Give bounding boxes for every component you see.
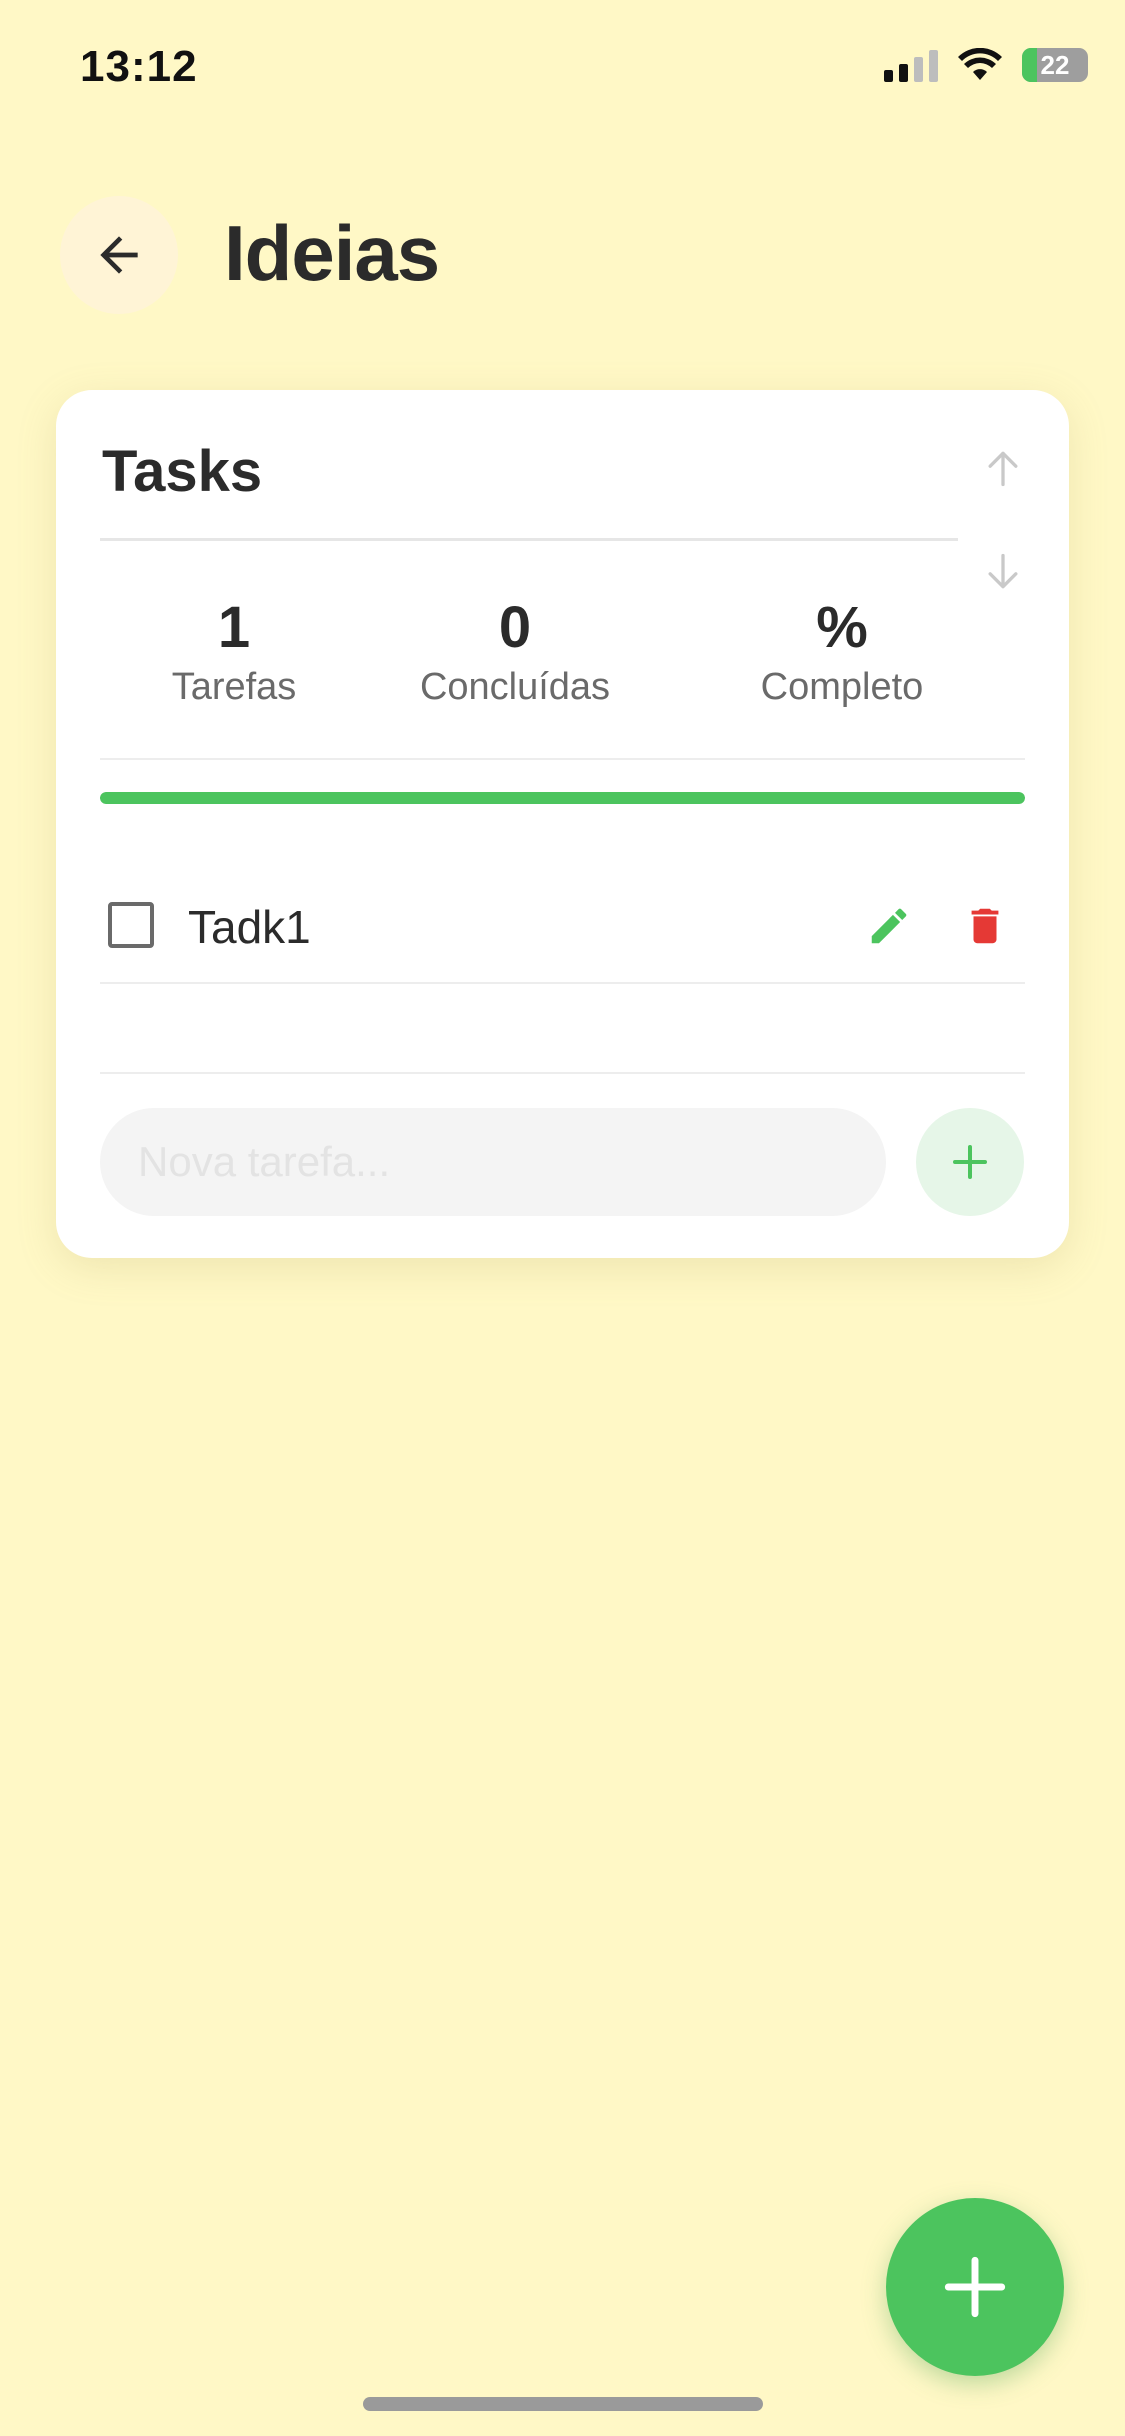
task-checkbox[interactable]	[108, 902, 154, 948]
page-title: Ideias	[224, 209, 440, 297]
arrow-left-icon	[100, 236, 138, 274]
home-indicator[interactable]	[363, 2397, 763, 2411]
task-divider	[100, 982, 1025, 984]
stats-row: 1 Tarefas 0 Concluídas % Completo	[100, 596, 1025, 709]
trash-icon	[971, 908, 999, 944]
add-list-fab[interactable]	[886, 2198, 1064, 2376]
stat-value: 0	[498, 595, 532, 660]
stat-label: Concluídas	[419, 666, 611, 708]
edit-task-button[interactable]	[863, 900, 915, 952]
move-up-button[interactable]	[981, 446, 1025, 495]
status-icons: 22	[884, 48, 1088, 82]
cellular-signal-icon	[884, 48, 938, 82]
delete-task-button[interactable]	[959, 900, 1011, 952]
new-task-input[interactable]	[100, 1108, 886, 1216]
card-title: Tasks	[102, 439, 263, 504]
battery-level: 22	[1040, 49, 1070, 80]
plus-icon	[953, 1145, 987, 1179]
stat-label: Completo	[760, 666, 924, 708]
stat-percent-complete: % Completo	[712, 596, 972, 709]
stat-label: Tarefas	[171, 666, 297, 708]
battery-icon: 22	[1022, 48, 1088, 82]
battery-fill	[1022, 48, 1037, 82]
pencil-icon	[871, 908, 907, 944]
move-down-button[interactable]	[981, 550, 1025, 599]
add-task-button[interactable]	[916, 1108, 1024, 1216]
task-row[interactable]: Tadk1	[100, 870, 1025, 984]
stat-completed: 0 Concluídas	[385, 596, 645, 709]
stat-value: 1	[217, 595, 251, 660]
progress-bar	[100, 792, 1025, 804]
arrow-down-icon	[988, 553, 1018, 589]
list-end-divider	[100, 1072, 1025, 1074]
status-time: 13:12	[80, 42, 198, 91]
stat-total-tasks: 1 Tarefas	[104, 596, 364, 709]
title-divider	[100, 538, 958, 541]
wifi-icon	[958, 48, 1002, 80]
tasks-card: Tasks 1 Tarefas 0 Concluídas % Completo	[56, 390, 1069, 1258]
arrow-up-icon	[988, 451, 1018, 487]
back-button[interactable]	[60, 196, 178, 314]
plus-icon	[944, 2256, 1006, 2318]
progress-fill	[100, 792, 1025, 804]
screen: 13:12 22 Ideias Tasks 1 Tarefas 0 Conclu…	[0, 0, 1125, 2436]
task-label: Tadk1	[188, 901, 311, 953]
stats-divider	[100, 758, 1025, 760]
stat-value: %	[816, 595, 868, 660]
